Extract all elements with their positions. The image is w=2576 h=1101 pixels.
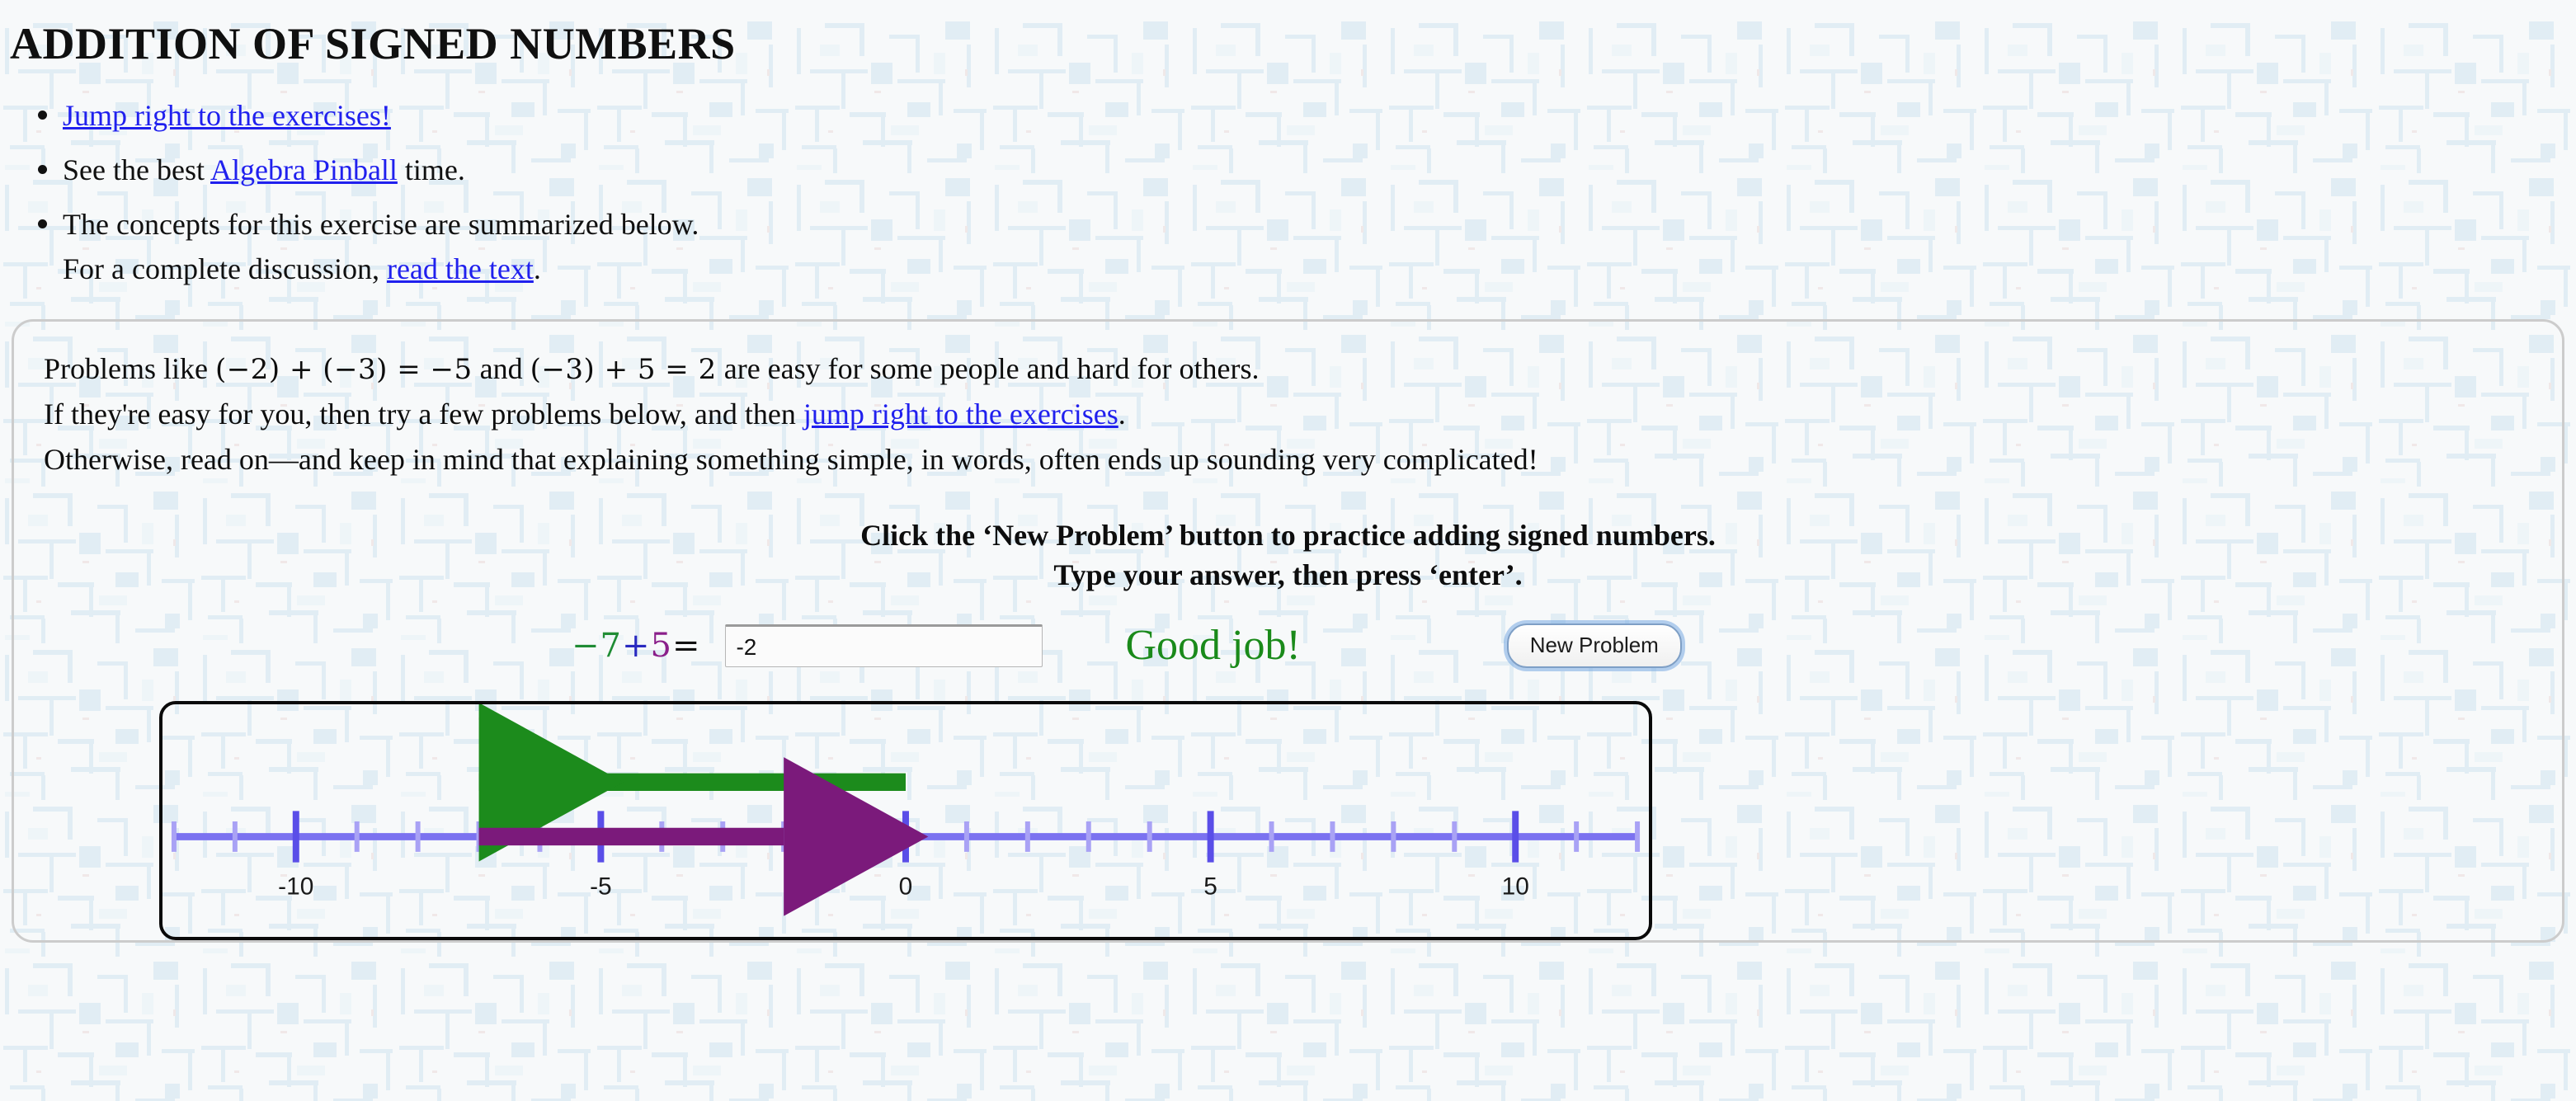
tick-label: 5 (1203, 873, 1217, 901)
read-the-text-link[interactable]: read the text (387, 252, 534, 285)
tick-label: 10 (1502, 873, 1529, 901)
answer-input[interactable] (725, 623, 1043, 667)
problem-equation: −7+5= (572, 627, 700, 665)
algebra-pinball-link[interactable]: Algebra Pinball (210, 153, 398, 186)
tick-label: -5 (590, 873, 612, 901)
read-the-text-prefix: For a complete discussion, (63, 252, 387, 286)
list-item-jump-to-exercises: Jump right to the exercises! (38, 93, 2576, 138)
concepts-summary-line1: The concepts for this exercise are summa… (63, 208, 699, 242)
paragraph-line1-part1: Problems like (44, 352, 208, 386)
number-line-tick-labels: -10 -5 0 5 10 (278, 873, 1529, 901)
page-title: ADDITION OF SIGNED NUMBERS (10, 19, 736, 68)
jump-to-exercises-link[interactable]: Jump right to the exercises! (63, 99, 391, 132)
number-line-box: -10 -5 0 5 10 (159, 700, 1652, 940)
equation-first-addend: −7 (572, 626, 622, 665)
instructions-block: Click the ‘New Problem’ button to practi… (44, 515, 2532, 595)
pinball-suffix-text: time. (397, 153, 465, 187)
page-root: ADDITION OF SIGNED NUMBERS Jump right to… (0, 19, 2576, 943)
paragraph-line1-part3: are easy for some people and hard for ot… (723, 352, 1260, 386)
tick-label: -10 (278, 873, 313, 901)
paragraph-line1-part2: and (479, 352, 523, 386)
jump-to-exercises-inline-link[interactable]: jump right to the exercises (803, 398, 1118, 431)
example-equation-1: (−2) + (−3) = −5 (214, 353, 473, 387)
number-line-diagram: -10 -5 0 5 10 (171, 703, 1641, 916)
paragraph-line2-prefix: If they're easy for you, then try a few … (44, 398, 803, 431)
list-item-concepts-summary: The concepts for this exercise are summa… (38, 202, 2576, 291)
paragraph-line2-suffix: . (1118, 398, 1126, 431)
tick-label: 0 (899, 873, 913, 901)
instructions-line-1: Click the ‘New Problem’ button to practi… (860, 518, 1716, 552)
intro-bullet-list: Jump right to the exercises! See the bes… (0, 93, 2576, 291)
equation-plus-operator: + (621, 626, 651, 665)
pinball-prefix-text: See the best (63, 153, 210, 187)
example-equation-2: (−3) + 5 = 2 (530, 353, 717, 387)
problem-row: −7+5= Good job! New Problem (44, 617, 2532, 675)
equation-equals-sign: = (671, 626, 701, 665)
list-item-algebra-pinball: See the best Algebra Pinball time. (38, 148, 2576, 192)
number-line-arrows (478, 703, 929, 916)
instructions-line-2: Type your answer, then press ‘enter’. (1053, 558, 1523, 592)
paragraph-line-2: If they're easy for you, then try a few … (44, 392, 2532, 437)
feedback-message: Good job! (1125, 622, 1301, 670)
concept-panel: Problems like (−2) + (−3) = −5 and (−3) … (12, 319, 2564, 943)
read-the-text-suffix: . (533, 252, 541, 286)
paragraph-line-3: Otherwise, read on—and keep in mind that… (44, 442, 1538, 476)
equation-second-addend: 5 (650, 626, 672, 665)
paragraph-line-1: Problems like (−2) + (−3) = −5 and (−3) … (44, 346, 2532, 392)
new-problem-button[interactable]: New Problem (1506, 623, 1682, 668)
